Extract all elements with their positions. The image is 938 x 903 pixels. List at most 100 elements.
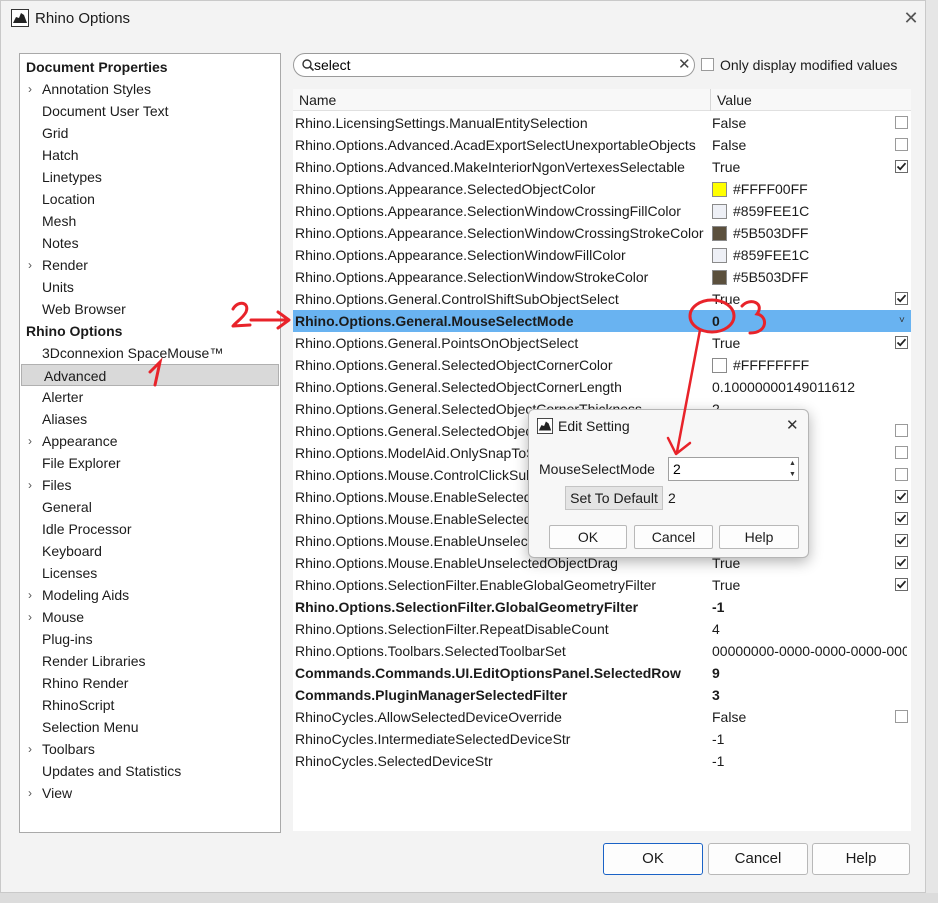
window-close-icon[interactable]: ✕ (901, 8, 921, 28)
tree-item-advanced[interactable]: Advanced (21, 364, 279, 386)
setting-value[interactable]: False (712, 134, 907, 156)
setting-value[interactable]: True (712, 332, 907, 354)
tree-item-render[interactable]: › Render (20, 254, 280, 276)
tree-item-location[interactable]: Location (20, 188, 280, 210)
grid-row[interactable]: Rhino.Options.General.PointsOnObjectSele… (293, 332, 911, 354)
grid-row[interactable]: Rhino.Options.Advanced.AcadExportSelectU… (293, 134, 911, 156)
tree-item-grid[interactable]: Grid (20, 122, 280, 144)
tree-item-file-explorer[interactable]: File Explorer (20, 452, 280, 474)
setting-value[interactable]: 0 (712, 310, 907, 332)
value-checkbox[interactable] (895, 556, 908, 569)
grid-row[interactable]: Rhino.Options.Appearance.SelectionWindow… (293, 222, 911, 244)
spin-buttons[interactable]: ▲ ▼ (786, 458, 799, 480)
value-checkbox[interactable] (895, 512, 908, 525)
tree-item-web-browser[interactable]: Web Browser (20, 298, 280, 320)
tree-item-view[interactable]: › View (20, 782, 280, 804)
value-checkbox[interactable] (895, 292, 908, 305)
tree-item-selection-menu[interactable]: Selection Menu (20, 716, 280, 738)
grid-row[interactable]: RhinoCycles.AllowSelectedDeviceOverride F… (293, 706, 911, 728)
tree-item-linetypes[interactable]: Linetypes (20, 166, 280, 188)
setting-value[interactable]: -1 (712, 750, 907, 772)
setting-value[interactable]: 3 (712, 684, 907, 706)
value-checkbox[interactable] (895, 336, 908, 349)
value-checkbox[interactable] (895, 490, 908, 503)
color-swatch[interactable] (712, 226, 727, 241)
tree-item-modeling-aids[interactable]: › Modeling Aids (20, 584, 280, 606)
column-header-value[interactable]: Value (717, 92, 752, 108)
tree-item-alerter[interactable]: Alerter (20, 386, 280, 408)
grid-row[interactable]: Rhino.Options.General.SelectedObjectCorn… (293, 376, 911, 398)
tree-header-rhino-options[interactable]: Rhino Options (20, 320, 280, 342)
chevron-down-icon[interactable]: ˅ (899, 312, 909, 330)
tree-item-licenses[interactable]: Licenses (20, 562, 280, 584)
setting-value[interactable]: 9 (712, 662, 907, 684)
grid-row[interactable]: RhinoCycles.IntermediateSelectedDeviceSt… (293, 728, 911, 750)
grid-row[interactable]: Rhino.Options.General.MouseSelectMode 0 ˅ (293, 310, 911, 332)
dialog-help-button[interactable]: Help (719, 525, 799, 549)
grid-row[interactable]: Rhino.Options.Appearance.SelectionWindow… (293, 244, 911, 266)
grid-row[interactable]: RhinoCycles.SelectedDeviceStr -1 (293, 750, 911, 772)
tree-item-aliases[interactable]: Aliases (20, 408, 280, 430)
tree-item-updates-and-statistics[interactable]: Updates and Statistics (20, 760, 280, 782)
grid-row[interactable]: Rhino.Options.General.SelectedObjectCorn… (293, 354, 911, 376)
tree-item-general[interactable]: General (20, 496, 280, 518)
tree-item-plug-ins[interactable]: Plug-ins (20, 628, 280, 650)
tree-item-annotation-styles[interactable]: › Annotation Styles (20, 78, 280, 100)
value-checkbox[interactable] (895, 116, 908, 129)
tree-item-mouse[interactable]: › Mouse (20, 606, 280, 628)
mouse-select-mode-stepper[interactable]: ▲ ▼ (668, 457, 799, 481)
tree-item-rhino-render[interactable]: Rhino Render (20, 672, 280, 694)
grid-row[interactable]: Commands.PluginManagerSelectedFilter 3 (293, 684, 911, 706)
tree-item-notes[interactable]: Notes (20, 232, 280, 254)
color-swatch[interactable] (712, 248, 727, 263)
grid-row[interactable]: Rhino.Options.Advanced.MakeInteriorNgonV… (293, 156, 911, 178)
value-checkbox[interactable] (895, 468, 908, 481)
tree-item-toolbars[interactable]: › Toolbars (20, 738, 280, 760)
ok-button[interactable]: OK (603, 843, 703, 875)
grid-row[interactable]: Rhino.Options.Appearance.SelectionWindow… (293, 200, 911, 222)
chevron-right-icon[interactable]: › (28, 782, 40, 804)
set-to-default-button[interactable]: Set To Default (565, 486, 663, 510)
setting-value[interactable]: 0.10000000149011612 (712, 376, 907, 398)
grid-row[interactable]: Rhino.Options.SelectionFilter.EnableGlob… (293, 574, 911, 596)
grid-row[interactable]: Rhino.Options.Toolbars.SelectedToolbarSe… (293, 640, 911, 662)
setting-value[interactable]: True (712, 288, 907, 310)
tree-item-keyboard[interactable]: Keyboard (20, 540, 280, 562)
tree-item-idle-processor[interactable]: Idle Processor (20, 518, 280, 540)
grid-row[interactable]: Rhino.Options.General.ControlShiftSubObj… (293, 288, 911, 310)
tree-item-3dconnexion-spacemouse[interactable]: 3Dconnexion SpaceMouse™ (20, 342, 280, 364)
setting-value[interactable]: #5B503DFF (712, 222, 907, 244)
value-checkbox[interactable] (895, 446, 908, 459)
setting-value[interactable]: 4 (712, 618, 907, 640)
tree-item-files[interactable]: › Files (20, 474, 280, 496)
tree-item-hatch[interactable]: Hatch (20, 144, 280, 166)
tree-item-units[interactable]: Units (20, 276, 280, 298)
setting-value[interactable]: #FFFFFFFF (712, 354, 907, 376)
tree-item-render-libraries[interactable]: Render Libraries (20, 650, 280, 672)
chevron-right-icon[interactable]: › (28, 606, 40, 628)
tree-item-document-user-text[interactable]: Document User Text (20, 100, 280, 122)
chevron-right-icon[interactable]: › (28, 738, 40, 760)
value-checkbox[interactable] (895, 710, 908, 723)
help-button[interactable]: Help (812, 843, 910, 875)
chevron-right-icon[interactable]: › (28, 584, 40, 606)
value-checkbox[interactable] (895, 578, 908, 591)
setting-value[interactable]: False (712, 706, 907, 728)
value-checkbox[interactable] (895, 534, 908, 547)
cancel-button[interactable]: Cancel (708, 843, 808, 875)
dialog-ok-button[interactable]: OK (549, 525, 627, 549)
chevron-right-icon[interactable]: › (28, 430, 40, 452)
grid-row[interactable]: Rhino.Options.Appearance.SelectionWindow… (293, 266, 911, 288)
tree-item-mesh[interactable]: Mesh (20, 210, 280, 232)
spin-up-icon[interactable]: ▲ (786, 458, 799, 469)
dialog-close-icon[interactable]: ✕ (786, 416, 799, 434)
tree-header-document-properties[interactable]: Document Properties (20, 56, 280, 78)
grid-row[interactable]: Rhino.Options.SelectionFilter.RepeatDisa… (293, 618, 911, 640)
column-header-name[interactable]: Name (299, 92, 336, 108)
setting-value[interactable]: #859FEE1C (712, 244, 907, 266)
tree-item-rhinoscript[interactable]: RhinoScript (20, 694, 280, 716)
chevron-right-icon[interactable]: › (28, 474, 40, 496)
dialog-cancel-button[interactable]: Cancel (634, 525, 713, 549)
tree-item-appearance[interactable]: › Appearance (20, 430, 280, 452)
chevron-right-icon[interactable]: › (28, 78, 40, 100)
